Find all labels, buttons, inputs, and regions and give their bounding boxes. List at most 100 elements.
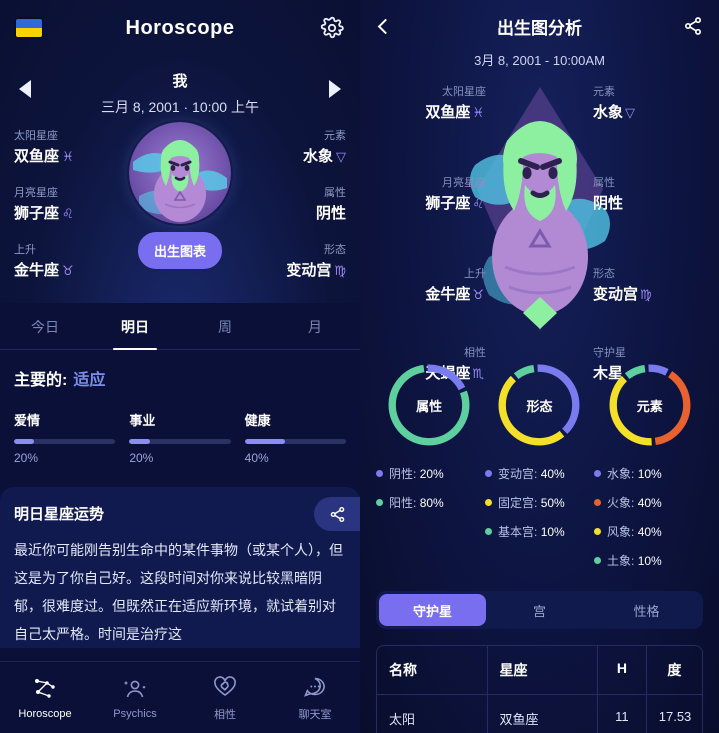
attribute-value: 双鱼座 ♓ [14,145,122,166]
attribute-value-text: 阴性 [315,205,346,222]
attribute-value-text: 金牛座 [14,262,60,279]
attribute-value: 双鱼座 ♓ [374,101,486,122]
donut-chart-modality: 形态 [493,359,585,451]
attribute-label: 属性 [324,187,346,199]
attribute-label: 元素 [324,130,346,142]
nav-label: 相性 [214,708,236,721]
cell-sign: 双鱼座 [488,695,598,733]
attribute-element: 元素 水象 ▽ [238,127,346,166]
legend-label: 风象: 40% [607,525,662,539]
legend-color-dot [485,528,492,535]
attribute-value: 阴性 [593,192,705,213]
attribute-value: 阴性 [238,202,346,223]
main-theme-label: 主要的: [14,372,68,389]
attribute-value: 水象 ▽ [593,101,705,122]
prev-date-button[interactable] [14,78,36,100]
legend-color-dot [594,499,601,506]
table-header-row: 名称 星座 H 度 [377,646,702,694]
score-percent: 20% [129,451,154,465]
pisces-avatar-icon[interactable] [129,122,231,224]
attribute-label: 上升 [464,268,486,280]
attribute-moon-sign: 月亮星座 狮子座 ♌ [14,184,122,223]
legend-label: 土象: 10% [607,554,662,568]
profile-name: 我 [172,73,188,90]
progress-track [244,439,346,444]
cell-name: 太阳 [377,695,488,733]
legend-polarity: 阴性: 20% 阳性: 80% [376,465,485,581]
score-label: 健康 [244,413,271,428]
segment-ruling-planets[interactable]: 守护星 [379,594,486,626]
attribute-label: 上升 [14,244,36,256]
attribute-label: 太阳星座 [14,130,58,142]
legend-label: 固定宫: 50% [498,496,565,510]
pisces-symbol-icon: ♓ [472,105,484,120]
score-love: 爱情 20% [14,410,116,465]
birth-chart-button[interactable]: 出生图表 [137,232,222,269]
chat-bubble-icon [270,674,360,700]
cell-house: 11 [598,695,647,733]
natal-element: 元素 水象 ▽ [593,83,705,122]
attribute-label: 太阳星座 [442,86,486,98]
birth-datetime: 三月 8, 2001 · 10:00 上午 [101,99,259,115]
taurus-symbol-icon: ♉ [62,263,74,278]
tab-month[interactable]: 月 [270,303,360,349]
attribute-value-text: 金牛座 [425,286,471,303]
legend-item: 基本宫: 10% [485,523,594,540]
attribute-label: 属性 [593,177,615,189]
donut-chart-polarity: 属性 [383,359,475,451]
share-icon[interactable] [683,16,703,36]
legend-item: 阳性: 80% [376,494,485,511]
table-row: 太阳 双鱼座 11 17.53 [377,694,702,733]
nav-item-horoscope[interactable]: Horoscope [0,676,90,720]
score-percent: 20% [14,451,39,465]
legend-item: 水象: 10% [594,465,703,482]
article-body: 最近你可能刚告别生命中的某件事物（或某个人），但这是为了你自己好。这段时间对你来… [14,542,343,642]
score-label: 爱情 [14,413,41,428]
segment-personality[interactable]: 性格 [593,594,700,626]
attribute-value-text: 水象 [302,148,333,165]
legend-label: 基本宫: 10% [498,525,565,539]
date-navigator: 我 三月 8, 2001 · 10:00 上午 [0,56,360,117]
attribute-value-text: 变动宫 [593,286,639,303]
forecast-summary: 主要的: 适应 爱情 20% 事业 20% 健康 40% [0,350,360,465]
legend-item: 固定宫: 50% [485,494,594,511]
next-date-button[interactable] [324,78,346,100]
leo-symbol-icon: ♌ [472,196,484,211]
legend-element: 水象: 10% 火象: 40% 风象: 40% 土象: 10% [594,465,703,581]
attribute-value-text: 双鱼座 [425,104,471,121]
main-theme: 主要的: 适应 [14,366,346,390]
tab-today[interactable]: 今日 [0,303,90,349]
tab-week[interactable]: 周 [180,303,270,349]
ukraine-flag-icon[interactable] [16,19,42,37]
share-icon [330,506,344,522]
legend-label: 火象: 40% [607,496,662,510]
page-title: Horoscope [125,16,235,39]
legend-item: 变动宫: 40% [485,465,594,482]
gear-icon[interactable] [320,16,344,40]
nav-item-compatibility[interactable]: 相性 [180,674,270,722]
attribute-value-text: 狮子座 [425,195,471,212]
attribute-value: 金牛座 ♉ [14,259,122,280]
column-header-house: H [598,646,647,694]
segment-houses[interactable]: 宫 [486,594,593,626]
tab-tomorrow[interactable]: 明日 [90,303,180,350]
donut-title: 元素 [636,398,663,414]
natal-sun-sign: 太阳星座 双鱼座 ♓ [374,83,486,122]
score-percent: 40% [244,451,269,465]
attribute-label: 相性 [464,347,486,359]
birth-datetime: 3月 8, 2001 - 10:00AM [474,53,605,68]
donut-charts: 属性 形态 元素 [360,359,719,451]
legend-item: 阴性: 20% [376,465,485,482]
progress-fill [14,439,35,444]
attribute-value: 水象 ▽ [238,145,346,166]
natal-modality: 形态 变动宫 ♍ [593,265,705,304]
nav-item-psychics[interactable]: Psychics [90,676,180,720]
column-header-sign: 星座 [488,646,598,694]
nav-item-chatroom[interactable]: 聊天室 [270,674,360,722]
attribute-sun-sign: 太阳星座 双鱼座 ♓ [14,127,122,166]
attribute-label: 守护星 [593,347,626,359]
legend-item: 土象: 10% [594,552,703,569]
legend-color-dot [485,470,492,477]
legend-item: 风象: 40% [594,523,703,540]
share-button[interactable] [314,497,360,531]
